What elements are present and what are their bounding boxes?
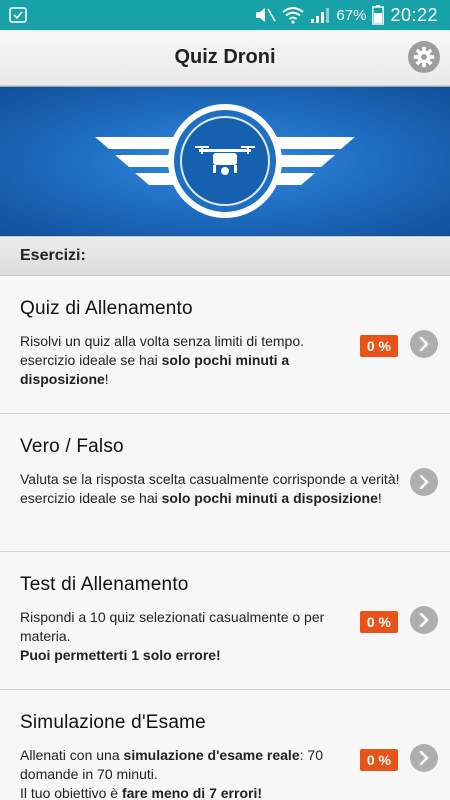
progress-badge: 0 % xyxy=(359,335,398,357)
signal-icon xyxy=(311,8,330,23)
desc-bold: fare meno di 7 errori! xyxy=(121,785,262,800)
list-item-vero-falso[interactable]: Vero / Falso Valuta se la risposta scelt… xyxy=(0,414,450,552)
item-title: Test di Allenamento xyxy=(20,574,189,595)
item-title: Quiz di Allenamento xyxy=(20,298,193,319)
battery-icon xyxy=(372,5,385,25)
chevron-right-icon xyxy=(419,751,429,765)
desc-bold: solo pochi minuti a disposizione xyxy=(161,490,378,506)
open-button[interactable] xyxy=(410,330,438,358)
open-button[interactable] xyxy=(410,744,438,772)
page-title: Quiz Droni xyxy=(174,46,276,68)
desc-text: ! xyxy=(104,371,109,387)
desc-text: Il tuo obiettivo è xyxy=(20,785,122,800)
notification-area xyxy=(8,3,32,27)
desc-text: ! xyxy=(377,490,382,506)
app-bar: Quiz Droni xyxy=(0,30,450,86)
item-description: Allenati con una simulazione d'esame rea… xyxy=(20,746,350,800)
gear-icon xyxy=(413,46,435,68)
item-title: Simulazione d'Esame xyxy=(20,712,206,733)
settings-button[interactable] xyxy=(408,41,440,73)
item-description: Rispondi a 10 quiz selezionati casualmen… xyxy=(20,608,350,665)
desc-bold: simulazione d'esame reale xyxy=(123,747,300,763)
header-banner xyxy=(0,86,450,236)
open-button[interactable] xyxy=(410,606,438,634)
list-item-test-allenamento[interactable]: Test di Allenamento Rispondi a 10 quiz s… xyxy=(0,552,450,690)
item-description: Valuta se la risposta scelta casualmente… xyxy=(20,470,400,508)
status-icons: 67% 20:22 xyxy=(254,5,438,26)
clock: 20:22 xyxy=(390,4,438,25)
status-bar: 67% 20:22 xyxy=(0,0,450,30)
list-item-quiz-allenamento[interactable]: Quiz di Allenamento Risolvi un quiz alla… xyxy=(0,276,450,414)
desc-text: Rispondi a 10 quiz selezionati casualmen… xyxy=(20,609,325,644)
app-notification-icon xyxy=(9,7,27,23)
section-header: Esercizi: xyxy=(0,236,450,276)
list-item-simulazione-esame[interactable]: Simulazione d'Esame Allenati con una sim… xyxy=(0,690,450,800)
open-button[interactable] xyxy=(410,468,438,496)
progress-badge: 0 % xyxy=(359,611,398,633)
chevron-right-icon xyxy=(419,613,429,627)
progress-badge: 0 % xyxy=(359,749,398,771)
wifi-icon xyxy=(282,7,305,24)
drone-wings-logo-icon xyxy=(95,103,355,218)
item-description: Risolvi un quiz alla volta senza limiti … xyxy=(20,332,350,389)
desc-text: Valuta se la risposta scelta casualmente… xyxy=(20,471,400,487)
desc-text: esercizio ideale se hai xyxy=(20,490,162,506)
chevron-right-icon xyxy=(419,475,429,489)
mute-icon xyxy=(256,8,277,22)
item-title: Vero / Falso xyxy=(20,436,124,457)
chevron-right-icon xyxy=(419,337,429,351)
desc-text: Allenati con una xyxy=(20,747,124,763)
desc-bold: Puoi permetterti 1 solo errore! xyxy=(20,647,221,663)
battery-percent: 67% xyxy=(336,6,367,24)
